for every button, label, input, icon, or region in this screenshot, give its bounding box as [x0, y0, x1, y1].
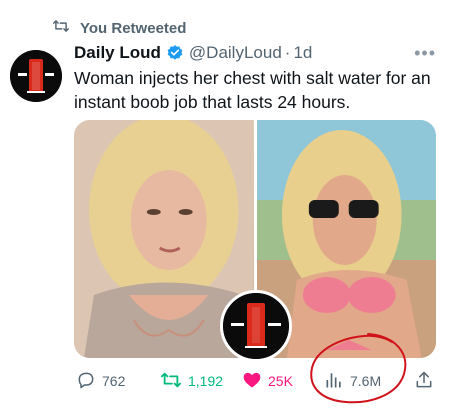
- timestamp[interactable]: 1d: [293, 42, 312, 64]
- tweet-text: Woman injects her chest with salt water …: [74, 68, 431, 112]
- reply-button[interactable]: 762: [76, 368, 125, 394]
- author-name[interactable]: Daily Loud: [74, 42, 161, 64]
- views-icon: [324, 370, 344, 393]
- verified-badge-icon: [166, 44, 184, 62]
- more-icon[interactable]: •••: [414, 42, 436, 64]
- like-count: 25K: [268, 373, 293, 389]
- reply-icon: [76, 370, 96, 393]
- retweet-label: You Retweeted: [80, 19, 187, 37]
- share-button[interactable]: [414, 368, 434, 394]
- retweet-button[interactable]: 1,192: [160, 368, 223, 394]
- reply-count: 762: [102, 373, 126, 389]
- heart-icon: [242, 370, 262, 393]
- daily-loud-logo: [220, 290, 292, 362]
- retweet-icon: [52, 18, 70, 38]
- tweet-actions: 762 1,192 25K 7.6M: [74, 368, 436, 394]
- retweet-icon: [160, 370, 182, 393]
- like-button[interactable]: 25K: [242, 368, 293, 394]
- retweet-context: You Retweeted: [52, 18, 186, 38]
- share-icon: [414, 370, 434, 393]
- retweet-count: 1,192: [188, 373, 224, 389]
- tweet-header: Daily Loud @DailyLoud · 1d •••: [74, 42, 436, 64]
- views-count: 7.6M: [350, 373, 382, 389]
- views-button[interactable]: 7.6M: [324, 368, 381, 394]
- separator: ·: [284, 43, 291, 62]
- author-handle[interactable]: @DailyLoud: [189, 42, 282, 64]
- avatar[interactable]: [10, 50, 62, 102]
